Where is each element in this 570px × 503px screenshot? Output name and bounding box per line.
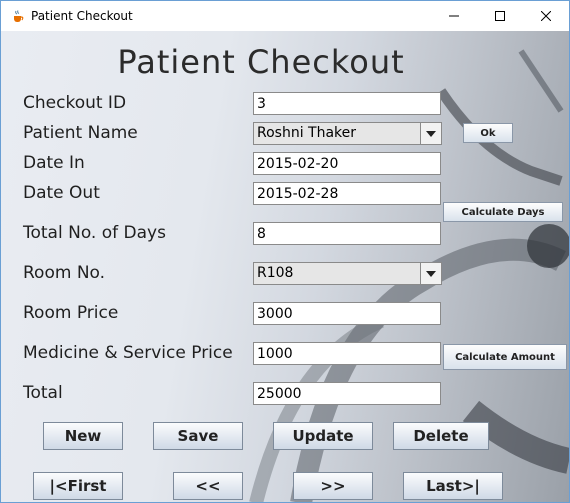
chevron-down-icon[interactable] bbox=[420, 263, 441, 284]
patient-name-value: Roshni Thaker bbox=[257, 125, 357, 141]
chevron-down-icon[interactable] bbox=[420, 123, 441, 144]
room-no-value: R108 bbox=[257, 265, 294, 281]
java-cup-icon bbox=[11, 9, 25, 23]
date-out-label: Date Out bbox=[23, 183, 100, 203]
patient-name-dropdown[interactable]: Roshni Thaker bbox=[253, 122, 442, 145]
minimize-icon bbox=[449, 15, 459, 17]
close-button[interactable] bbox=[523, 1, 569, 31]
minimize-button[interactable] bbox=[431, 1, 477, 31]
ok-button[interactable]: Ok bbox=[463, 123, 513, 143]
update-button[interactable]: Update bbox=[273, 422, 373, 450]
patient-name-label: Patient Name bbox=[23, 123, 138, 143]
new-button[interactable]: New bbox=[43, 422, 123, 450]
medicine-price-field[interactable] bbox=[253, 342, 441, 365]
total-days-field[interactable] bbox=[253, 222, 441, 245]
total-field[interactable] bbox=[253, 382, 441, 405]
date-out-field[interactable] bbox=[253, 182, 441, 205]
patient-checkout-window: Patient Checkout Patient Checkout Checko… bbox=[0, 0, 570, 503]
checkout-id-label: Checkout ID bbox=[23, 93, 127, 113]
window-title: Patient Checkout bbox=[31, 9, 133, 23]
form-panel: Patient Checkout Checkout ID Patient Nam… bbox=[1, 31, 569, 502]
total-days-label: Total No. of Days bbox=[23, 223, 166, 243]
room-no-dropdown[interactable]: R108 bbox=[253, 262, 442, 285]
title-bar: Patient Checkout bbox=[1, 1, 569, 31]
room-price-field[interactable] bbox=[253, 302, 441, 325]
total-label: Total bbox=[23, 383, 63, 403]
date-in-label: Date In bbox=[23, 153, 85, 173]
save-button[interactable]: Save bbox=[153, 422, 243, 450]
first-record-button[interactable]: |<First bbox=[33, 472, 123, 500]
previous-record-button[interactable]: << bbox=[173, 472, 243, 500]
room-no-label: Room No. bbox=[23, 263, 106, 283]
delete-button[interactable]: Delete bbox=[393, 422, 489, 450]
medicine-price-label: Medicine & Service Price bbox=[23, 343, 233, 363]
page-title: Patient Checkout bbox=[117, 43, 405, 81]
maximize-button[interactable] bbox=[477, 1, 523, 31]
maximize-icon bbox=[495, 11, 505, 21]
close-icon bbox=[541, 11, 551, 21]
date-in-field[interactable] bbox=[253, 152, 441, 175]
calculate-amount-button[interactable]: Calculate Amount bbox=[443, 344, 567, 370]
last-record-button[interactable]: Last>| bbox=[403, 472, 503, 500]
room-price-label: Room Price bbox=[23, 303, 119, 323]
calculate-days-button[interactable]: Calculate Days bbox=[443, 202, 563, 222]
next-record-button[interactable]: >> bbox=[293, 472, 373, 500]
checkout-id-field[interactable] bbox=[253, 92, 441, 115]
